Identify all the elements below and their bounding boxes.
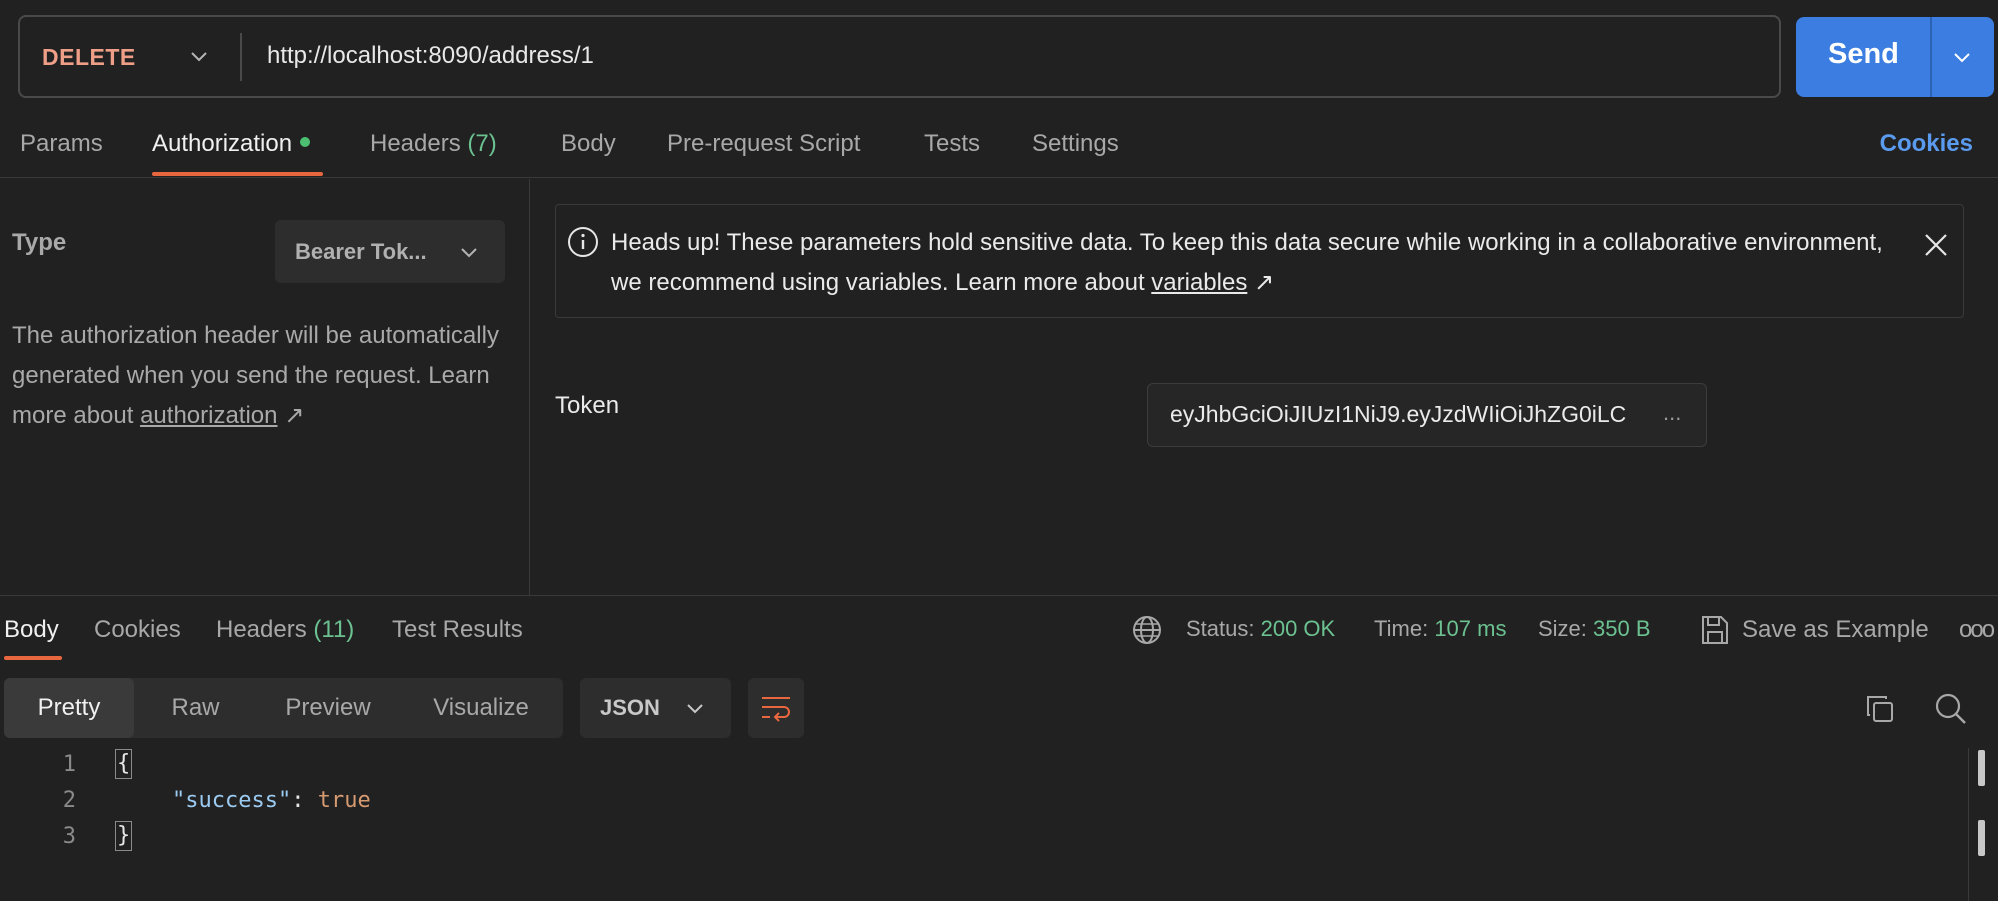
token-input[interactable]: eyJhbGciOiJIUzI1NiJ9.eyJzdWIiOiJhZG0iLC … [1147,383,1707,447]
more-options-icon[interactable]: ooo [1959,616,1995,644]
globe-icon[interactable] [1131,614,1163,646]
authorization-link[interactable]: authorization [140,402,277,429]
size-value: 350 B [1593,616,1651,641]
line-number: 3 [62,824,76,849]
time-readout[interactable]: Time: 107 ms [1374,616,1506,642]
token-label: Token [555,392,620,419]
method-select[interactable]: DELETE [42,44,136,71]
url-input[interactable]: http://localhost:8090/address/1 [267,42,594,70]
scrollbar-marker [1978,750,1985,786]
chevron-down-icon [687,704,703,714]
tab-label: Headers [216,616,307,643]
response-body-editor[interactable]: 1 2 3 { "success": true } [0,749,1960,901]
variables-link[interactable]: variables [1151,269,1247,296]
copy-icon[interactable] [1864,693,1896,725]
tab-label: Authorization [152,130,293,157]
status-label: Status: [1186,616,1255,641]
auth-type-select[interactable]: Bearer Tok... [275,220,505,283]
send-button-label: Send [1828,38,1899,70]
response-tab-headers[interactable]: Headers (11) [216,616,354,644]
json-open-brace: { [114,749,133,779]
view-preview[interactable]: Preview [257,678,399,738]
format-value: JSON [600,695,660,720]
external-link-icon: ↗ [284,402,305,429]
wrap-lines-button[interactable] [748,678,804,738]
info-icon [568,227,598,257]
notice-message: Heads up! These parameters hold sensitiv… [611,229,1883,296]
headers-count: (7) [467,130,497,157]
time-label: Time: [1374,616,1429,641]
chevron-down-icon[interactable] [1951,46,1973,68]
cookies-link[interactable]: Cookies [1880,130,1973,158]
external-link-icon: ↗ [1254,269,1275,296]
tab-body[interactable]: Body [561,130,616,158]
divider [1930,17,1932,97]
response-tab-test-results[interactable]: Test Results [392,616,523,644]
line-number: 2 [62,788,76,813]
search-icon[interactable] [1934,692,1968,726]
tab-params[interactable]: Params [20,130,103,158]
json-key: "success" [172,788,292,813]
save-icon[interactable] [1700,614,1730,646]
size-label: Size: [1538,616,1587,641]
chevron-down-icon[interactable] [188,45,210,67]
tab-headers[interactable]: Headers (7) [370,130,497,158]
json-close-brace: } [114,821,133,851]
json-value: true [317,788,371,813]
scrollbar-marker [1978,820,1985,856]
tab-tests[interactable]: Tests [924,130,980,158]
request-bar: DELETE http://localhost:8090/address/1 [18,15,1781,98]
json-colon: : [291,788,318,813]
tab-pre-request-script[interactable]: Pre-request Script [667,130,860,158]
line-number: 1 [62,752,76,777]
active-tab-indicator [152,172,323,176]
response-tab-body[interactable]: Body [4,616,59,644]
status-value: 200 OK [1260,616,1336,641]
active-tab-indicator [4,656,62,660]
size-readout[interactable]: Size: 350 B [1538,616,1651,642]
view-raw[interactable]: Raw [134,678,257,738]
response-divider [0,595,1998,596]
scrollbar-track[interactable] [1968,748,1969,901]
token-ellipsis: ... [1663,400,1682,425]
view-pretty[interactable]: Pretty [4,678,134,738]
auth-type-panel: Type Bearer Tok... The authorization hea… [0,179,530,596]
auth-type-value: Bearer Tok... [295,239,427,264]
tab-settings[interactable]: Settings [1032,130,1119,158]
notice-text: Heads up! These parameters hold sensitiv… [611,223,1901,303]
format-select[interactable]: JSON [580,678,731,738]
tab-authorization[interactable]: Authorization [152,130,311,158]
status-readout[interactable]: Status: 200 OK [1186,616,1335,642]
wrap-lines-icon [762,697,790,722]
chevron-down-icon [461,248,477,258]
save-as-example-button[interactable]: Save as Example [1742,616,1929,644]
request-tabs: Params Authorization Headers (7) Body Pr… [0,130,1998,178]
view-mode-segmented: Pretty Raw Preview Visualize [4,678,563,738]
response-tab-cookies[interactable]: Cookies [94,616,181,644]
headers-count: (11) [313,616,355,643]
send-button[interactable]: Send [1796,17,1994,97]
divider [240,33,242,81]
auth-description: The authorization header will be automat… [12,316,517,436]
tab-label: Headers [370,130,461,157]
modified-dot [300,136,311,147]
sensitive-data-notice: Heads up! These parameters hold sensitiv… [555,204,1964,318]
json-line: "success": true [172,788,371,813]
view-visualize[interactable]: Visualize [399,678,563,738]
time-value: 107 ms [1434,616,1507,641]
close-icon[interactable] [1922,231,1950,259]
token-value: eyJhbGciOiJIUzI1NiJ9.eyJzdWIiOiJhZG0iLC [1170,401,1627,427]
type-label: Type [12,229,67,256]
